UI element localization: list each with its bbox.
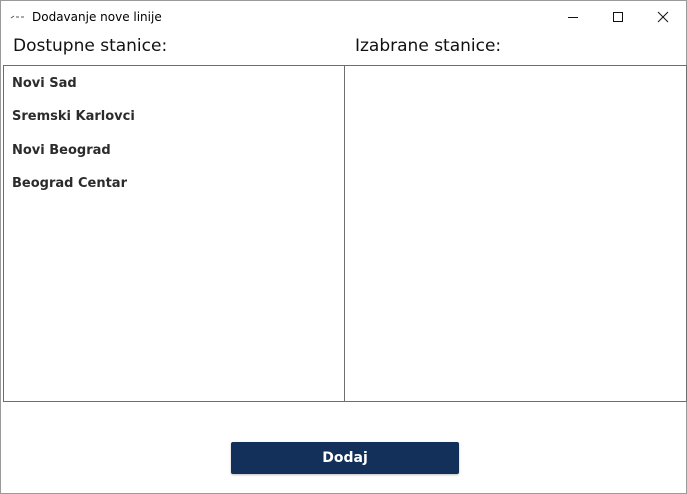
- app-icon: [10, 15, 24, 19]
- available-stations-header: Dostupne stanice:: [13, 36, 168, 56]
- maximize-icon: [613, 12, 623, 22]
- window-title: Dodavanje nove linije: [32, 10, 162, 24]
- close-icon: [657, 11, 669, 23]
- close-button[interactable]: [640, 1, 686, 33]
- maximize-button[interactable]: [595, 1, 641, 33]
- minimize-button[interactable]: [550, 1, 596, 33]
- list-item[interactable]: Novi Beograd: [4, 143, 345, 176]
- selected-stations-items: [345, 66, 686, 76]
- selected-stations-header: Izabrane stanice:: [355, 36, 502, 56]
- add-button[interactable]: Dodaj: [231, 442, 459, 474]
- list-item[interactable]: Beograd Centar: [4, 176, 345, 209]
- title-bar[interactable]: Dodavanje nove linije: [1, 1, 686, 33]
- selected-stations-list[interactable]: [344, 65, 687, 402]
- window: Dodavanje nove linije Dostupne stanice: …: [0, 0, 687, 494]
- list-item[interactable]: Novi Sad: [4, 76, 345, 109]
- available-stations-list[interactable]: Novi Sad Sremski Karlovci Novi Beograd B…: [3, 65, 346, 402]
- list-item[interactable]: Sremski Karlovci: [4, 109, 345, 142]
- minimize-icon: [568, 17, 578, 18]
